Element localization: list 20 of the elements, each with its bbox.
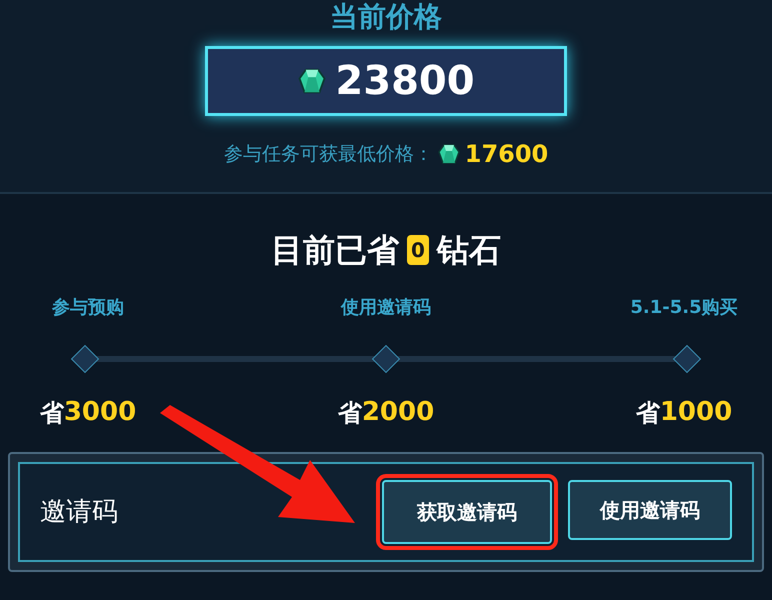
price-amount: 23800 [335,57,475,106]
saving-amount: 3000 [64,396,136,429]
invite-label: 邀请码 [40,496,119,528]
saved-unit: 钻石 [436,230,501,271]
saved-label: 目前已省 [271,230,400,271]
milestone-label: 参与预购 [51,296,125,320]
gem-icon [297,66,328,96]
saving-amount: 2000 [362,396,434,429]
milestone-label: 5.1-5.5购买 [629,296,739,320]
section-title: 当前价格 [330,0,442,34]
min-price-label: 参与任务可获最低价格： [224,142,433,167]
saved-amount: 0 [407,235,429,265]
saving-amount: 1000 [660,396,732,429]
gem-icon [436,142,461,166]
saving-label: 省 [338,398,362,428]
saving-label: 省 [636,398,660,428]
milestone-label: 使用邀请码 [340,296,432,320]
invite-button[interactable]: 使用邀请码 [568,480,732,540]
saving-label: 省 [40,398,64,428]
min-price-amount: 17600 [464,139,548,170]
